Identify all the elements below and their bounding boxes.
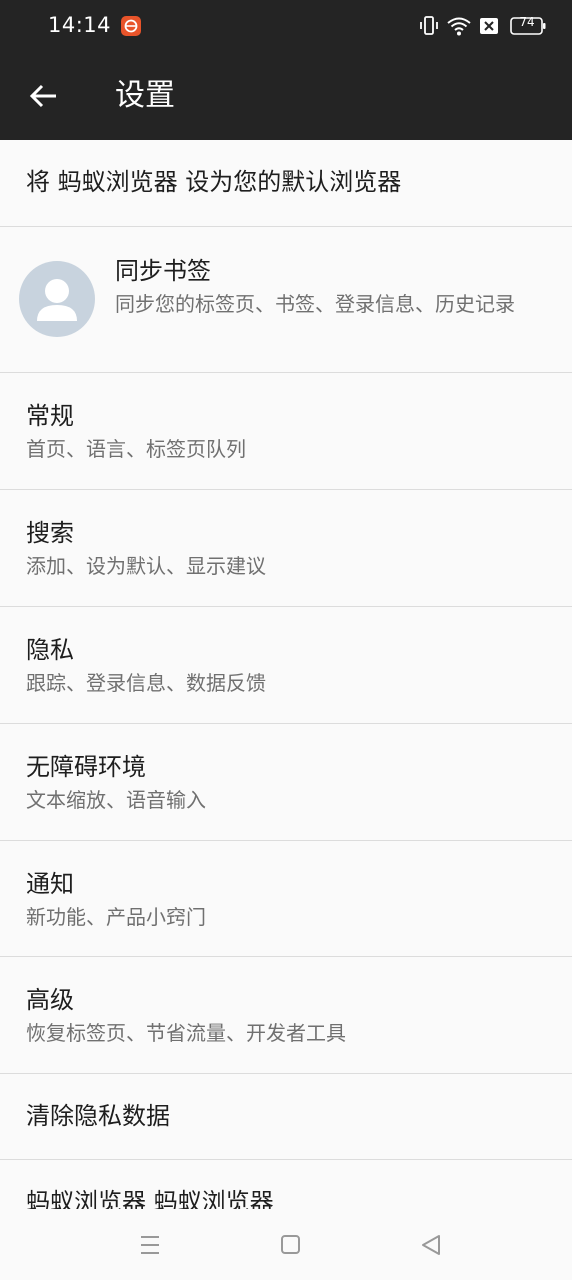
set-default-browser-item[interactable]: 将 蚂蚁浏览器 设为您的默认浏览器 <box>0 140 572 227</box>
navigation-bar <box>0 1209 572 1280</box>
menu-icon[interactable] <box>138 1233 162 1261</box>
page-title: 设置 <box>115 78 175 113</box>
sync-bookmarks-item[interactable]: 同步书签 同步您的标签页、书签、登录信息、历史记录 <box>0 227 572 373</box>
settings-item-title: 无障碍环境 <box>26 753 146 781</box>
vibrate-icon <box>418 14 440 42</box>
app-bar: 设置 <box>0 52 572 140</box>
settings-item-title: 通知 <box>26 870 74 898</box>
settings-item-general[interactable]: 常规 首页、语言、标签页队列 <box>0 373 572 490</box>
settings-item-advanced[interactable]: 高级 恢复标签页、节省流量、开发者工具 <box>0 957 572 1074</box>
user-avatar-icon <box>37 279 77 321</box>
settings-item-notifications[interactable]: 通知 新功能、产品小窍门 <box>0 841 572 957</box>
settings-item-subtitle: 文本缩放、语音输入 <box>26 788 206 812</box>
sync-bookmarks-subtitle: 同步您的标签页、书签、登录信息、历史记录 <box>115 292 515 316</box>
app-badge-icon <box>121 16 141 36</box>
sync-bookmarks-title: 同步书签 <box>115 257 211 285</box>
settings-item-subtitle: 新功能、产品小窍门 <box>26 905 206 929</box>
wifi-icon <box>446 14 472 42</box>
back-triangle-icon[interactable] <box>419 1233 443 1261</box>
set-default-browser-label: 将 蚂蚁浏览器 设为您的默认浏览器 <box>26 168 402 196</box>
settings-item-accessibility[interactable]: 无障碍环境 文本缩放、语音输入 <box>0 724 572 841</box>
settings-item-search[interactable]: 搜索 添加、设为默认、显示建议 <box>0 490 572 607</box>
settings-item-privacy[interactable]: 隐私 跟踪、登录信息、数据反馈 <box>0 607 572 724</box>
no-sim-icon <box>478 14 500 42</box>
settings-item-title: 高级 <box>26 986 74 1014</box>
settings-item-subtitle: 跟踪、登录信息、数据反馈 <box>26 671 266 695</box>
settings-item-title: 搜索 <box>26 519 74 547</box>
back-button[interactable] <box>26 78 62 114</box>
status-time: 14:14 <box>48 13 112 37</box>
clear-private-data-item[interactable]: 清除隐私数据 <box>0 1074 572 1160</box>
status-bar: 14:14 74 <box>0 0 572 52</box>
clear-private-data-label: 清除隐私数据 <box>26 1102 170 1130</box>
settings-item-subtitle: 首页、语言、标签页队列 <box>26 437 246 461</box>
settings-item-subtitle: 恢复标签页、节省流量、开发者工具 <box>26 1021 346 1045</box>
avatar <box>19 261 95 337</box>
settings-item-subtitle: 添加、设为默认、显示建议 <box>26 554 266 578</box>
home-icon[interactable] <box>279 1233 303 1261</box>
arrow-left-icon <box>29 84 56 108</box>
battery-level: 74 <box>519 15 535 29</box>
settings-item-title: 隐私 <box>26 636 74 664</box>
settings-item-title: 常规 <box>26 402 74 430</box>
